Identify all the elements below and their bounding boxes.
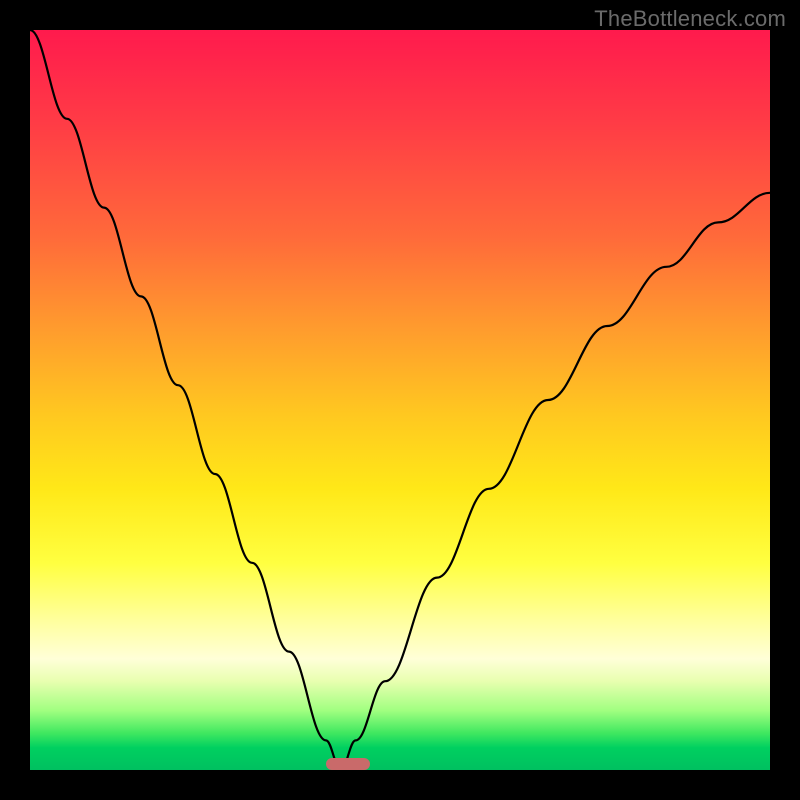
optimal-marker bbox=[326, 758, 370, 770]
chart-area bbox=[30, 30, 770, 770]
bottleneck-curve bbox=[30, 30, 770, 770]
watermark-text: TheBottleneck.com bbox=[594, 6, 786, 32]
